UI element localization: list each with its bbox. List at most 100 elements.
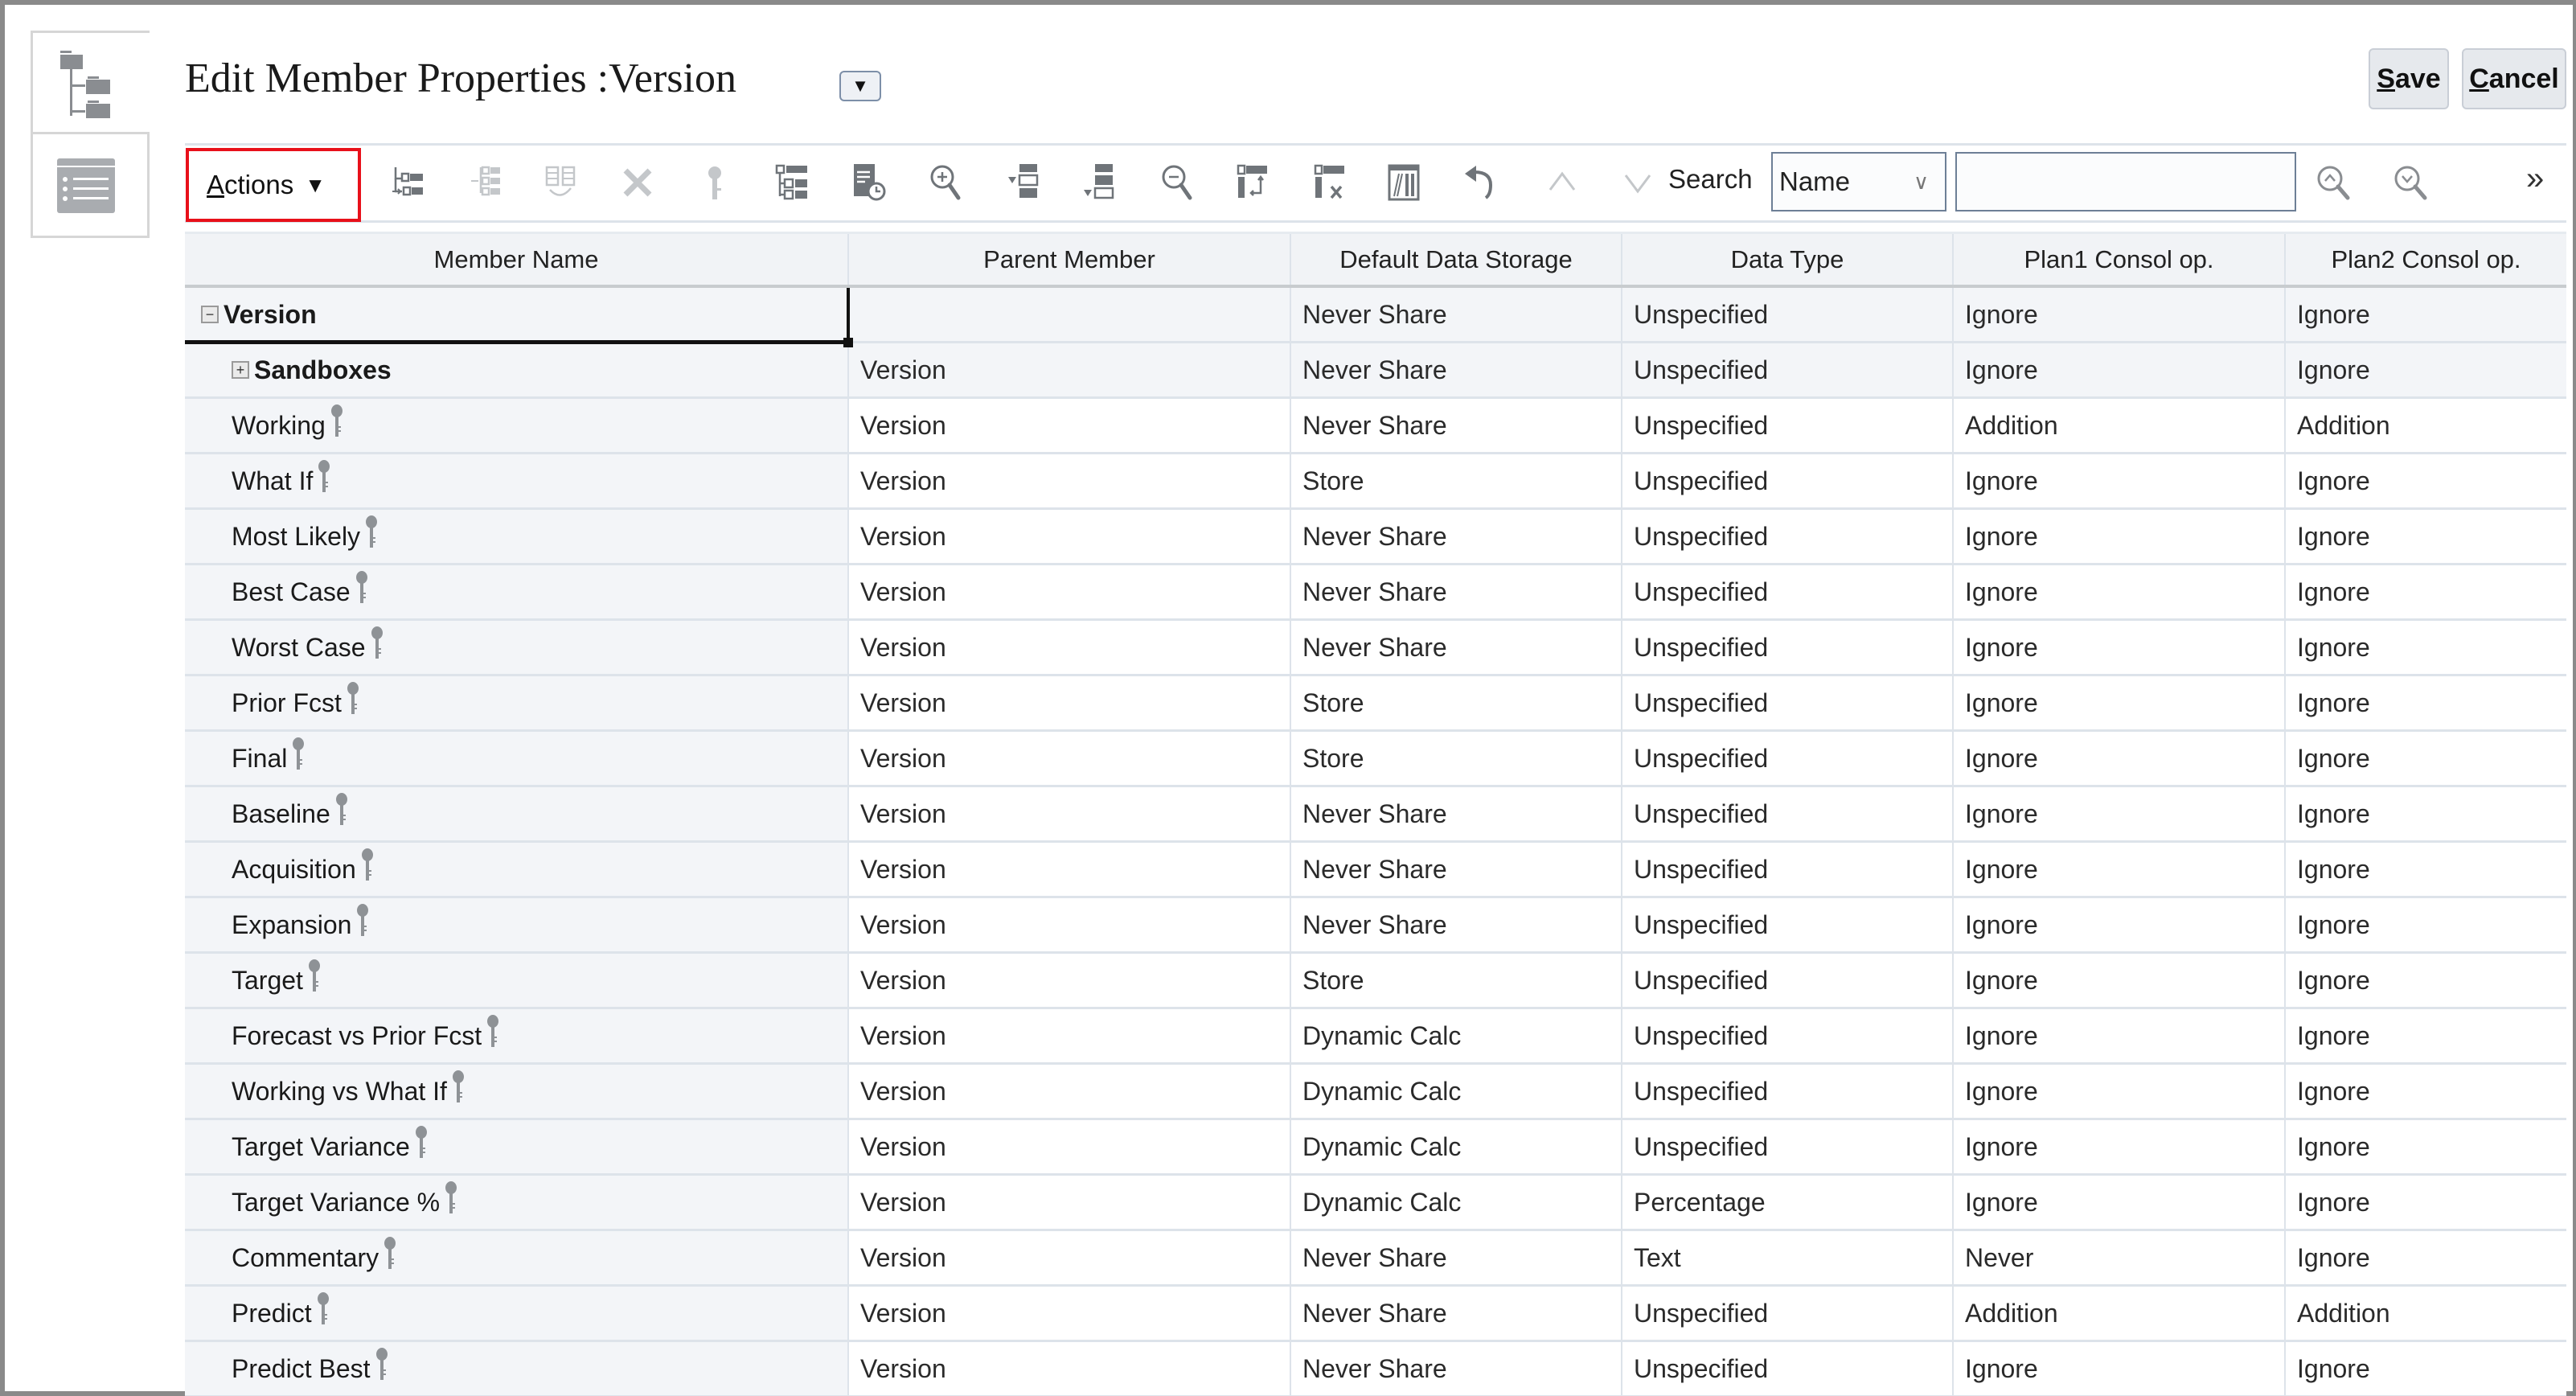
collapse-icon[interactable]: − [201, 306, 219, 323]
default-data-storage-cell[interactable]: Never Share [1291, 1231, 1622, 1284]
grid-row[interactable]: Acquisition Version Never Share Unspecified… [185, 843, 2566, 898]
parent-member-cell[interactable]: Version [849, 954, 1291, 1007]
data-type-cell[interactable]: Unspecified [1622, 1120, 1954, 1173]
search-previous-button[interactable] [2312, 161, 2356, 204]
expand-icon[interactable]: + [232, 361, 249, 379]
member-name-cell[interactable]: − Version [185, 288, 853, 347]
zoom-out-button[interactable] [1156, 161, 1200, 204]
member-name-cell[interactable]: Baseline [185, 787, 849, 840]
data-type-cell[interactable]: Unspecified [1622, 510, 1954, 563]
delete-button[interactable] [616, 161, 659, 204]
member-name-cell[interactable]: + Sandboxes [185, 343, 849, 396]
plan2-consol-op-cell[interactable]: Addition [2286, 1287, 2566, 1340]
parent-member-cell[interactable]: Version [849, 1231, 1291, 1284]
plan1-consol-op-cell[interactable]: Ignore [1954, 954, 2286, 1007]
insert-row-below-button[interactable] [1077, 161, 1121, 204]
member-name-cell[interactable]: Acquisition [185, 843, 849, 896]
default-data-storage-cell[interactable]: Never Share [1291, 787, 1622, 840]
plan1-consol-op-cell[interactable]: Ignore [1954, 732, 2286, 785]
plan1-consol-op-cell[interactable]: Ignore [1954, 343, 2286, 396]
member-name-cell[interactable]: Predict Best [185, 1342, 849, 1395]
plan2-consol-op-cell[interactable]: Ignore [2286, 676, 2566, 729]
plan2-consol-op-cell[interactable]: Ignore [2286, 732, 2566, 785]
default-data-storage-cell[interactable]: Dynamic Calc [1291, 1176, 1622, 1229]
plan2-consol-op-cell[interactable]: Ignore [2286, 954, 2566, 1007]
parent-member-cell[interactable]: Version [849, 787, 1291, 840]
default-data-storage-cell[interactable]: Never Share [1291, 1342, 1622, 1395]
data-type-cell[interactable]: Unspecified [1622, 787, 1954, 840]
selection-fill-handle[interactable] [843, 338, 853, 347]
member-name-cell[interactable]: Target Variance % [185, 1176, 849, 1229]
plan2-consol-op-cell[interactable]: Ignore [2286, 1176, 2566, 1229]
plan1-consol-op-cell[interactable]: Ignore [1954, 843, 2286, 896]
default-data-storage-cell[interactable]: Never Share [1291, 399, 1622, 452]
parent-member-cell[interactable]: Version [849, 732, 1291, 785]
member-name-cell[interactable]: Most Likely [185, 510, 849, 563]
default-data-storage-cell[interactable]: Never Share [1291, 565, 1622, 618]
parent-member-cell[interactable]: Version [849, 621, 1291, 674]
plan1-consol-op-cell[interactable]: Ignore [1954, 898, 2286, 951]
plan2-consol-op-cell[interactable]: Ignore [2286, 343, 2566, 396]
member-name-cell[interactable]: What If [185, 454, 849, 507]
default-data-storage-cell[interactable]: Store [1291, 954, 1622, 1007]
plan2-consol-op-cell[interactable]: Ignore [2286, 1009, 2566, 1062]
default-data-storage-cell[interactable]: Store [1291, 732, 1622, 785]
column-header-data-type[interactable]: Data Type [1622, 234, 1954, 285]
undo-button[interactable] [1458, 161, 1502, 204]
plan2-consol-op-cell[interactable]: Ignore [2286, 843, 2566, 896]
data-type-cell[interactable]: Unspecified [1622, 1065, 1954, 1118]
grid-row[interactable]: Prior Fcst Version Store Unspecified Ignore I… [185, 676, 2566, 732]
expand-hierarchy-button[interactable] [770, 161, 814, 204]
plan1-consol-op-cell[interactable]: Addition [1954, 1287, 2286, 1340]
title-dropdown-button[interactable]: ▼ [839, 71, 881, 101]
default-data-storage-cell[interactable]: Never Share [1291, 343, 1622, 396]
grid-row[interactable]: Best Case Version Never Share Unspecified Ig… [185, 565, 2566, 621]
parent-member-cell[interactable]: Version [849, 343, 1291, 396]
data-type-cell[interactable]: Percentage [1622, 1176, 1954, 1229]
parent-member-cell[interactable]: Version [849, 1176, 1291, 1229]
member-name-cell[interactable]: Working [185, 399, 849, 452]
parent-member-cell[interactable]: Version [849, 1287, 1291, 1340]
grid-row[interactable]: + Sandboxes Version Never Share Unspecified I… [185, 343, 2566, 399]
plan2-consol-op-cell[interactable]: Ignore [2286, 1120, 2566, 1173]
add-child-button[interactable] [388, 161, 431, 204]
plan1-consol-op-cell[interactable]: Ignore [1954, 1342, 2286, 1395]
plan1-consol-op-cell[interactable]: Ignore [1954, 288, 2286, 341]
grid-row[interactable]: Expansion Version Never Share Unspecified Ig… [185, 898, 2566, 954]
insert-row-above-button[interactable] [1002, 161, 1045, 204]
plan1-consol-op-cell[interactable]: Ignore [1954, 787, 2286, 840]
plan1-consol-op-cell[interactable]: Ignore [1954, 1120, 2286, 1173]
member-name-cell[interactable]: Worst Case [185, 621, 849, 674]
member-name-cell[interactable]: Target Variance [185, 1120, 849, 1173]
move-down-button[interactable] [1616, 161, 1659, 204]
default-data-storage-cell[interactable]: Store [1291, 454, 1622, 507]
plan1-consol-op-cell[interactable]: Never [1954, 1231, 2286, 1284]
column-header-plan1-consol-op[interactable]: Plan1 Consol op. [1954, 234, 2286, 285]
grid-row[interactable]: Target Version Store Unspecified Ignore Ignor… [185, 954, 2566, 1009]
grid-row[interactable]: Baseline Version Never Share Unspecified Ign… [185, 787, 2566, 843]
grid-row[interactable]: Working vs What If Version Dynamic Calc Uns… [185, 1065, 2566, 1120]
plan1-consol-op-cell[interactable]: Ignore [1954, 621, 2286, 674]
parent-member-cell[interactable]: Version [849, 399, 1291, 452]
column-header-member-name[interactable]: Member Name [185, 234, 849, 285]
plan2-consol-op-cell[interactable]: Ignore [2286, 621, 2566, 674]
search-input[interactable] [1955, 152, 2296, 211]
grid-row[interactable]: Commentary Version Never Share Text Never Ign… [185, 1231, 2566, 1287]
default-data-storage-cell[interactable]: Store [1291, 676, 1622, 729]
plan2-consol-op-cell[interactable]: Ignore [2286, 787, 2566, 840]
plan2-consol-op-cell[interactable]: Ignore [2286, 898, 2566, 951]
move-button[interactable] [540, 161, 584, 204]
data-type-cell[interactable]: Unspecified [1622, 565, 1954, 618]
plan1-consol-op-cell[interactable]: Ignore [1954, 1009, 2286, 1062]
parent-member-cell[interactable]: Version [849, 1065, 1291, 1118]
column-header-parent-member[interactable]: Parent Member [849, 234, 1291, 285]
member-name-cell[interactable]: Final [185, 732, 849, 785]
data-type-cell[interactable]: Unspecified [1622, 1009, 1954, 1062]
grid-row[interactable]: − Version Never Share Unspecified Ignore Igno… [185, 288, 2566, 347]
data-type-cell[interactable]: Unspecified [1622, 732, 1954, 785]
data-type-cell[interactable]: Text [1622, 1231, 1954, 1284]
member-name-cell[interactable]: Expansion [185, 898, 849, 951]
default-data-storage-cell[interactable]: Never Share [1291, 288, 1622, 341]
actions-menu-button[interactable]: Actions ▼ [186, 148, 361, 222]
zoom-in-button[interactable] [925, 161, 968, 204]
